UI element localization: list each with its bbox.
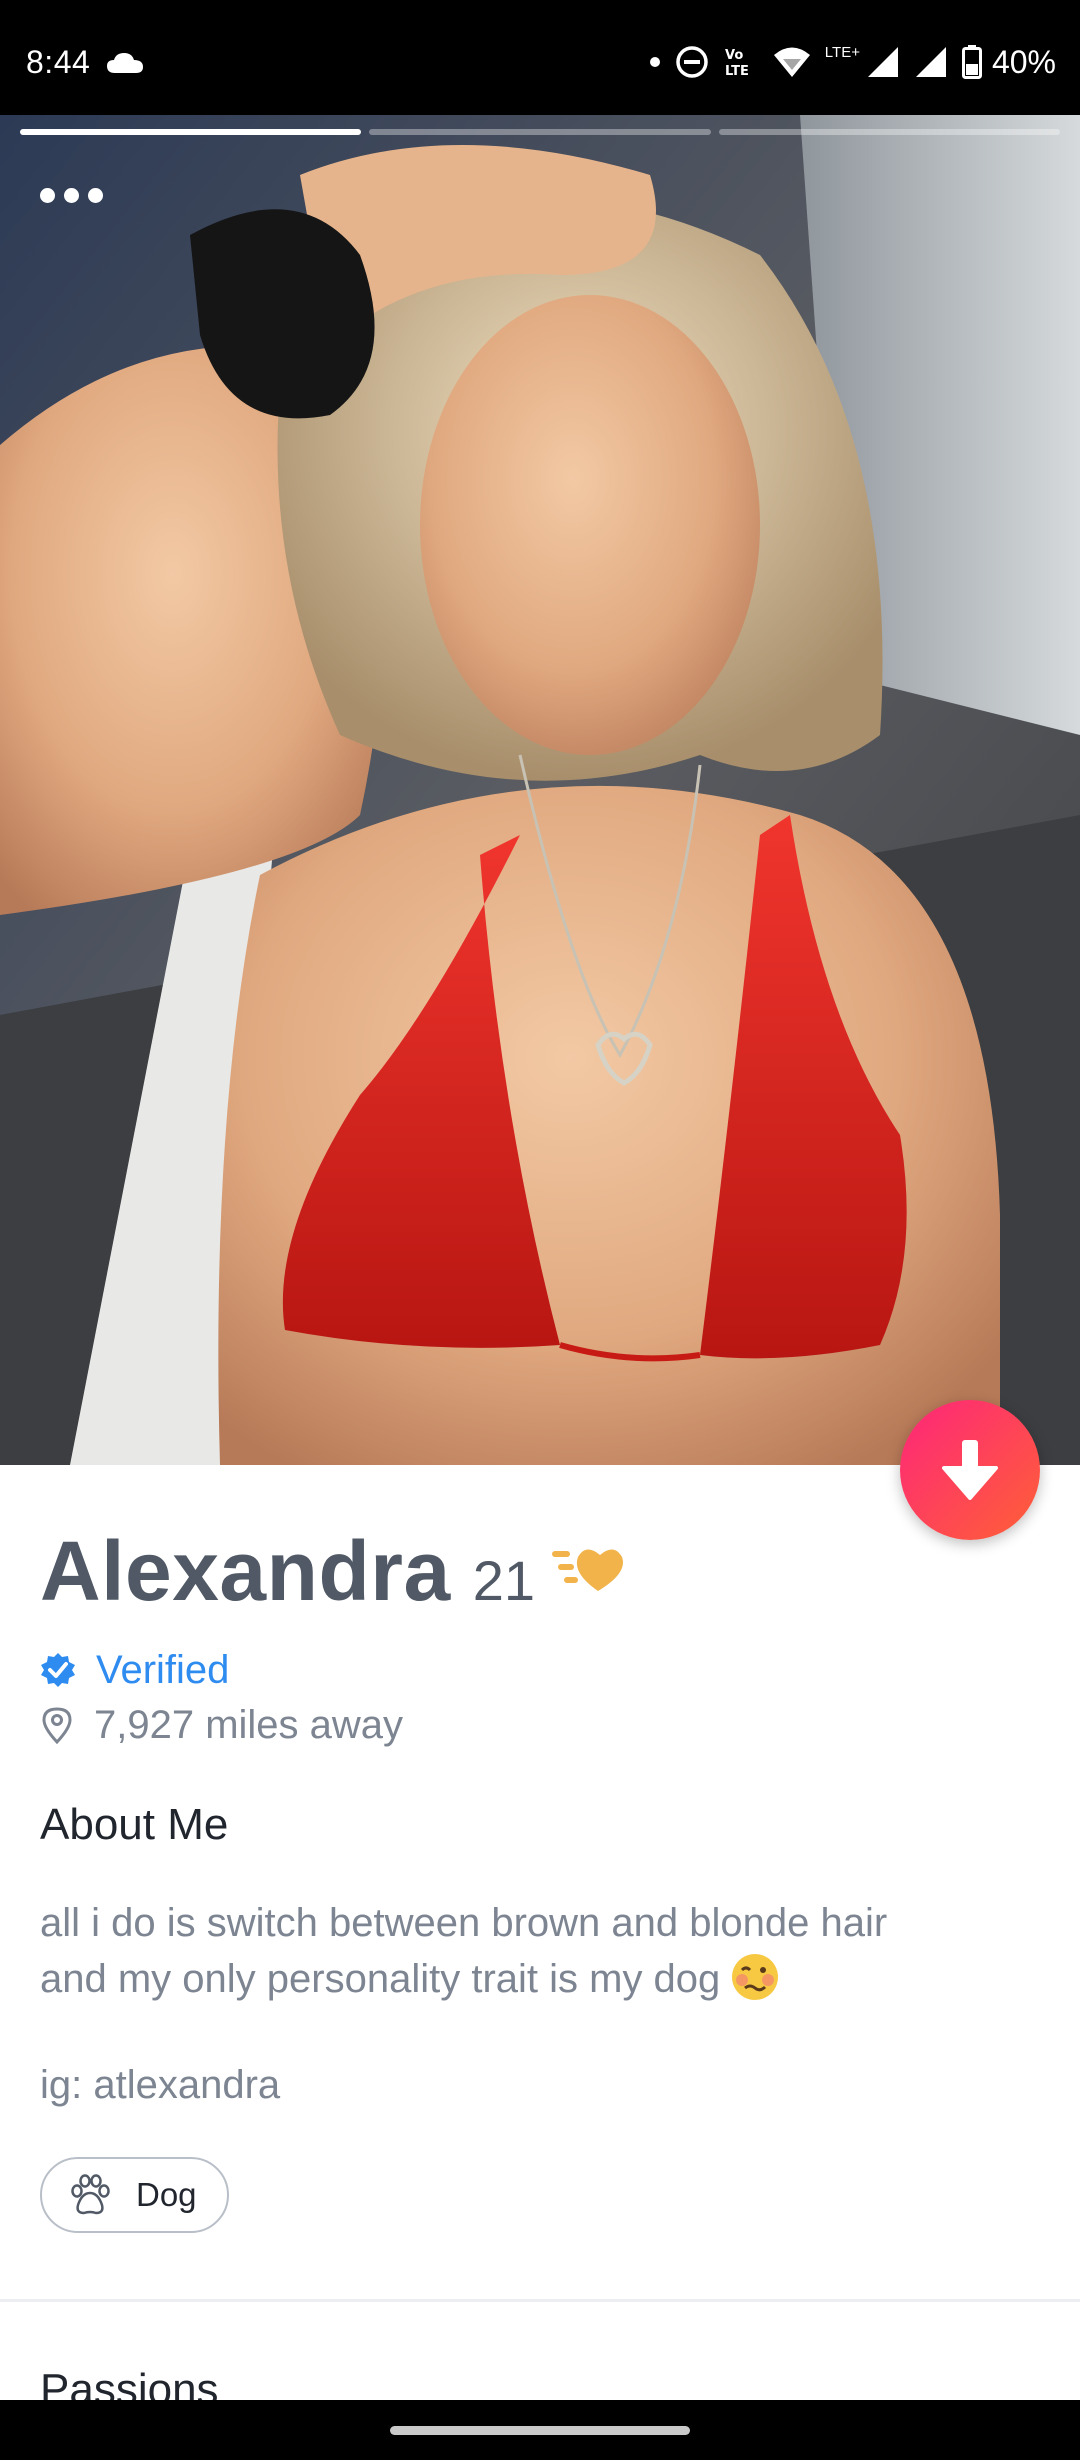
progress-segment [718, 129, 1060, 135]
section-divider [0, 2299, 1080, 2302]
cloud-icon [107, 53, 143, 73]
do-not-disturb-icon [676, 46, 708, 78]
heart-swipe-icon [552, 1549, 623, 1591]
status-icons: Vo LTE LTE+ 40% [649, 42, 1056, 82]
pet-chip: Dog [40, 2157, 229, 2233]
signal-lte-icon [867, 47, 898, 77]
bio-line: all i do is switch between brown and blo… [40, 1901, 888, 1945]
battery-percent: 40% [991, 43, 1056, 80]
verified-label: Verified [96, 1647, 230, 1692]
paw-icon [71, 2174, 110, 2215]
more-horizontal-icon[interactable] [40, 175, 130, 215]
status-bar: 8:44 Vo LTE LTE+ 40% [0, 0, 1080, 115]
pet-chip-label: Dog [136, 2176, 197, 2213]
collapse-profile-button[interactable] [900, 1400, 1040, 1540]
verified-row[interactable]: Verified [40, 1645, 229, 1695]
svg-text:LTE: LTE [725, 64, 749, 79]
profile-age: 21 [472, 1549, 535, 1612]
about-me-heading: About Me [40, 1800, 229, 1849]
progress-segment [20, 129, 362, 135]
bio-text: all i do is switch between brown and blo… [40, 1895, 1040, 2007]
name-age-row: Alexandra 21 [40, 1523, 535, 1623]
network-type-label: LTE+ [824, 44, 860, 61]
location-pin-icon [42, 1707, 72, 1744]
distance-label: 7,927 miles away [94, 1702, 404, 1747]
profile-name: Alexandra [40, 1524, 451, 1618]
arrow-down-icon [942, 1440, 998, 1500]
status-time: 8:44 [26, 44, 91, 80]
woozy-face-emoji [732, 1954, 779, 2000]
bio-line: and my only personality trait is my dog [40, 1957, 721, 2001]
progress-segment [369, 129, 711, 135]
battery-icon [961, 45, 982, 79]
signal-icon [915, 47, 946, 77]
photo-image [0, 115, 1080, 1465]
verified-badge-icon [41, 1653, 75, 1687]
profile-photo[interactable] [0, 115, 1080, 1465]
photo-progress-bar [20, 129, 1060, 135]
svg-text:Vo: Vo [725, 48, 743, 63]
navigation-bar [0, 2400, 1080, 2460]
volte-icon: Vo LTE [725, 48, 749, 79]
instagram-handle: ig: atlexandra [40, 2063, 281, 2107]
bio-line-with-emoji: and my only personality trait is my dog [40, 1951, 1040, 2007]
home-gesture-handle[interactable] [390, 2426, 690, 2435]
wifi-icon [773, 47, 810, 77]
dot-icon [649, 57, 660, 67]
distance-row: 7,927 miles away [40, 1700, 403, 1750]
